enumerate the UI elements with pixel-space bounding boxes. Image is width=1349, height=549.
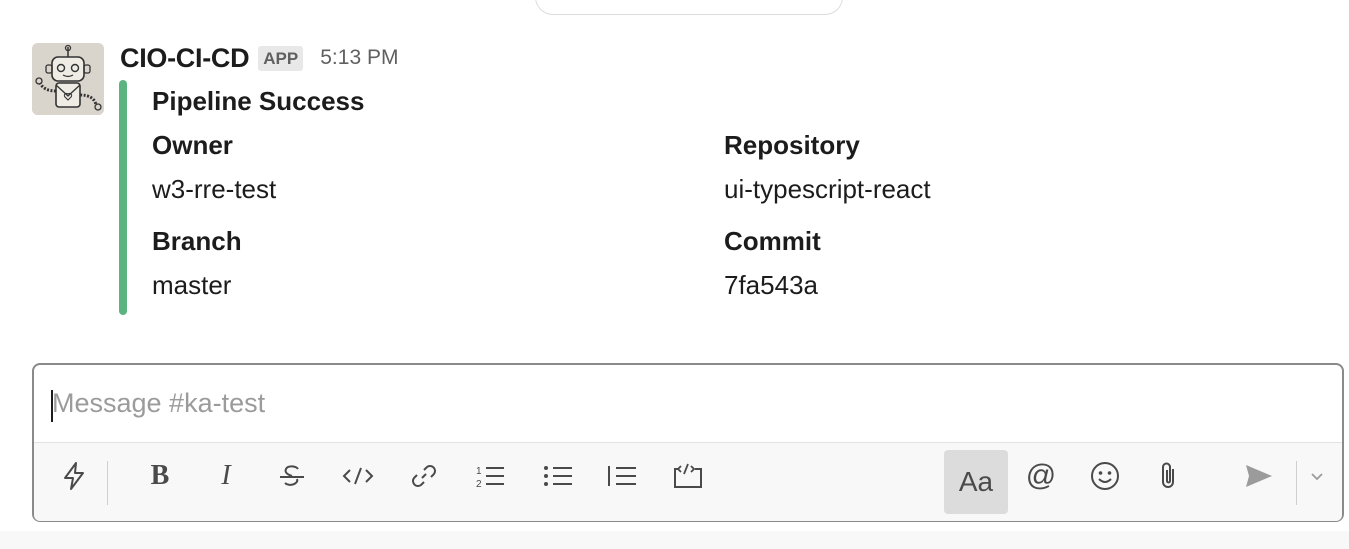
avatar[interactable] (32, 43, 104, 115)
shortcuts-button[interactable] (47, 449, 101, 503)
attachment-accent-bar (119, 80, 127, 315)
send-button[interactable] (1232, 449, 1286, 503)
mention-button[interactable]: @ (1014, 449, 1068, 503)
new-messages-pill[interactable] (535, 0, 843, 15)
toolbar-divider-send (1296, 461, 1297, 505)
field-value-commit: 7fa543a (724, 270, 818, 300)
field-title-branch: Branch (152, 226, 242, 256)
link-button[interactable] (397, 449, 451, 503)
formatting-toolbar: B I 1 2 Aa @ (34, 442, 1342, 521)
footer-strip (0, 531, 1349, 549)
field-value-owner: w3-rre-test (152, 174, 277, 204)
code-block-icon (674, 463, 702, 488)
bulleted-list-icon (544, 466, 572, 486)
bold-label: B (150, 460, 170, 491)
link-icon (412, 465, 436, 487)
attachment-title: Pipeline Success (152, 86, 365, 116)
bulleted-list-button[interactable] (531, 449, 585, 503)
emoji-icon (1091, 462, 1119, 490)
field-value-repository: ui-typescript-react (724, 174, 931, 204)
strikethrough-button[interactable] (265, 449, 319, 503)
message-timestamp[interactable]: 5:13 PM (320, 46, 398, 70)
chevron-down-icon (1311, 473, 1323, 481)
code-block-button[interactable] (661, 449, 715, 503)
svg-text:1: 1 (476, 466, 482, 477)
svg-text:2: 2 (476, 479, 482, 490)
toolbar-divider (107, 461, 108, 505)
app-badge: APP (258, 45, 304, 71)
code-button[interactable] (331, 449, 385, 503)
field-title-owner: Owner (152, 130, 233, 160)
bold-button[interactable]: B (133, 449, 187, 503)
emoji-button[interactable] (1078, 449, 1132, 503)
field-title-commit: Commit (724, 226, 821, 256)
message-input[interactable] (34, 365, 1342, 442)
mention-label: @ (1025, 459, 1057, 492)
italic-label: I (221, 460, 231, 491)
field-value-branch: master (152, 270, 232, 300)
italic-button[interactable]: I (199, 449, 253, 503)
blockquote-button[interactable] (595, 449, 649, 503)
message-composer: B I 1 (32, 363, 1344, 522)
send-icon (1246, 465, 1272, 487)
code-icon (342, 467, 374, 485)
blockquote-icon (608, 466, 636, 486)
format-toggle-button[interactable]: Aa (944, 450, 1008, 514)
strikethrough-icon (280, 465, 304, 486)
lightning-icon (64, 462, 84, 490)
field-title-repository: Repository (724, 130, 860, 160)
sender-name[interactable]: CIO-CI-CD (120, 43, 250, 74)
paperclip-icon (1162, 462, 1174, 488)
text-caret (51, 390, 53, 422)
ordered-list-button[interactable]: 1 2 (463, 449, 517, 503)
send-options-button[interactable] (1302, 449, 1332, 503)
robot-icon (32, 43, 104, 115)
ordered-list-icon: 1 2 (476, 466, 504, 490)
message-header: CIO-CI-CD APP 5:13 PM (120, 40, 398, 76)
attach-button[interactable] (1142, 449, 1196, 503)
format-label: Aa (958, 466, 994, 497)
